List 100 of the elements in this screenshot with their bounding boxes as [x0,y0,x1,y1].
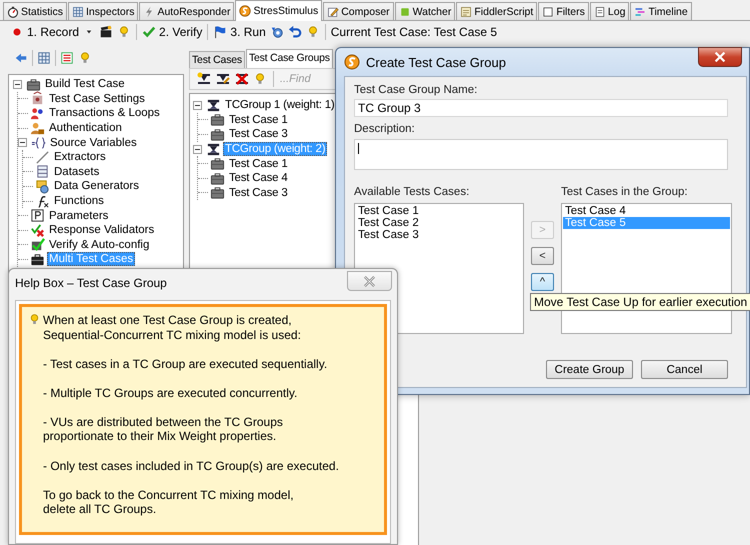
tree-item[interactable]: Authentication [47,121,124,136]
tree-item[interactable]: Transactions & Loops [47,106,162,120]
tree-item[interactable]: Source Variables [48,136,139,150]
group-icon [206,98,221,113]
help-text: - Test cases in a TC Group are executed sequentially. [43,356,328,372]
tab[interactable]: Statistics [3,2,68,20]
close-icon [362,274,377,288]
tree-item[interactable]: Test Case 3 [227,186,290,200]
back-icon[interactable] [14,51,28,65]
move-button[interactable]: ^ [531,273,554,291]
gears-icon [35,178,50,194]
lightbulb-icon[interactable] [78,51,92,65]
tab[interactable]: Filters [538,2,589,20]
description-field[interactable] [354,139,728,170]
list-item[interactable]: Test Case 4 [563,205,730,217]
tab[interactable]: Timeline [630,2,692,20]
briefcase-icon [210,185,225,200]
list-label: Test Cases in the Group: [561,186,689,198]
tab[interactable]: Composer [323,2,394,20]
find-field[interactable]: ...Find [280,73,320,85]
tab[interactable]: Test Case Groups [246,49,333,68]
tree-item[interactable]: Test Case 1 [227,112,290,127]
help-text: - VUs are distributed between the TC Groups proportionate to their Mix Weight properties. [43,414,284,444]
tree-item[interactable]: Response Validators [47,223,156,238]
tree-item[interactable]: Datasets [52,164,102,179]
lightbulb-icon[interactable] [253,72,267,86]
help-text: When at least one Test Case Group is created, Sequential-Concurrent TC mixing model is used: [43,313,302,342]
field-label: Test Case Group Name: [354,84,478,96]
tree-item[interactable]: Parameters [47,208,110,223]
record-button[interactable]: 1. Record [10,24,80,38]
list-item[interactable]: Test Case 3 [356,229,522,241]
group-edit-icon[interactable] [215,71,231,87]
grid-icon [72,6,84,18]
tab[interactable]: AutoResponder [139,2,234,20]
tree-item[interactable]: Test Case 1 [227,156,290,171]
tree-item[interactable]: Test Case Settings [47,92,147,106]
dialog-title: Create Test Case Group [366,54,506,70]
parameter-icon [30,208,45,224]
checkbox-icon [542,6,554,18]
briefcase-icon [210,156,225,172]
group-delete-icon[interactable] [234,71,250,87]
tab[interactable]: StresStimulus [235,0,322,21]
move-button[interactable]: < [531,247,554,265]
briefcase-icon [26,76,41,92]
tooltip: Move Test Case Up for earlier execution [530,293,750,311]
checked-box-icon [30,237,45,252]
verify-button[interactable]: 2. Verify [142,24,202,38]
square-icon [398,6,411,18]
tree-toggle[interactable] [193,144,202,154]
edit-icon [327,6,340,18]
braces-icon [31,135,46,150]
tree-item[interactable]: Build Test Case [43,77,127,92]
cancel-button[interactable]: Cancel [641,360,728,379]
close-button[interactable] [698,47,742,67]
line-icon [35,150,50,165]
briefcase-icon [30,252,45,267]
tab[interactable]: Watcher [394,2,456,20]
grid-icon[interactable] [37,51,51,65]
briefcase-icon [210,126,225,142]
name-field[interactable]: TC Group 3 [354,99,728,117]
tab[interactable]: Test Cases [189,51,245,68]
list-label: Available Tests Cases: [354,186,470,198]
tree-item[interactable]: Extractors [52,150,108,164]
list-icon[interactable] [60,51,74,65]
clapperboard-icon[interactable] [99,24,114,38]
run-button[interactable]: 3. Run [213,24,266,38]
help-text: - Only test cases included in TC Group(s) are executed. [43,458,339,474]
tree-toggle[interactable] [13,80,22,89]
timeline-icon [634,6,646,18]
tree-toggle[interactable] [193,100,202,110]
tree-item[interactable]: Verify & Auto-config [47,238,152,252]
tree-item[interactable]: Test Case 4 [227,171,290,186]
close-icon [713,50,727,64]
cross-check-icon [30,222,45,238]
tab[interactable]: FiddlerScript [456,2,538,20]
tree-item[interactable]: Test Case 3 [227,127,290,142]
undo-icon[interactable] [288,24,302,38]
field-label: Description: [354,123,416,135]
checkmark-icon[interactable] [142,24,156,38]
current-test-case: Current Test Case: Test Case 5 [330,24,498,38]
tree-toggle[interactable] [18,138,27,148]
tree-item[interactable]: Data Generators [52,179,142,194]
people-icon [30,106,45,121]
help-text: To go back to the Concurrent TC mixing model, delete all TC Groups. [43,488,295,517]
tree-item[interactable]: Functions [52,194,106,208]
group-icon [206,142,221,157]
tab[interactable]: Log [590,2,630,20]
create-group-button[interactable]: Create Group [546,360,633,379]
logo-icon [344,54,360,70]
list-item[interactable]: Test Case 1 [356,205,522,217]
briefcase-icon [210,112,225,128]
tree-item[interactable]: TCGroup 1 (weight: 1) [223,98,337,112]
group-add-icon[interactable] [196,71,212,87]
person-lock-icon [30,120,45,136]
flag-icon[interactable] [213,24,228,38]
table-icon [35,164,50,180]
list-item[interactable]: Test Case 2 [356,217,522,229]
lightbulb-icon [28,313,41,326]
tab[interactable]: Inspectors [68,2,138,20]
document-icon [594,6,606,18]
